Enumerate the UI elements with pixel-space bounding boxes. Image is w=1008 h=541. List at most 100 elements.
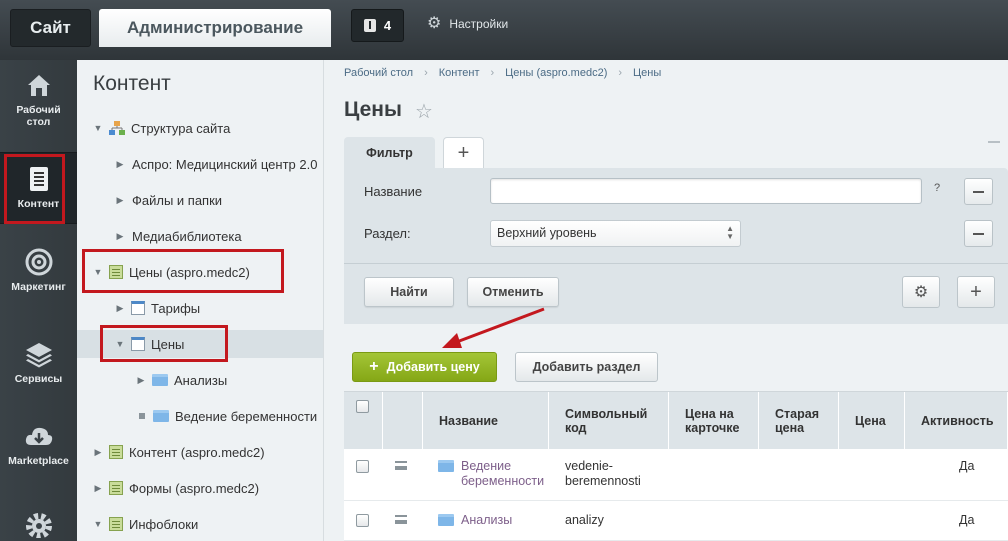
add-section-button[interactable]: Добавить раздел: [515, 352, 658, 382]
column-price[interactable]: Цена: [839, 392, 905, 450]
row-name-line: беременности: [461, 474, 545, 488]
filter-section-select[interactable]: Верхний уровень ▲ ▼: [490, 220, 741, 247]
folder-icon: [153, 410, 169, 422]
tree-item-label: Ведение беременности: [175, 408, 318, 424]
nav-services[interactable]: Сервисы: [0, 339, 77, 385]
site-tab[interactable]: Сайт: [10, 9, 91, 47]
expand-arrow-icon[interactable]: ▶: [114, 303, 126, 314]
remove-name-filter-button[interactable]: [964, 178, 993, 205]
column-label-line: Старая: [775, 407, 819, 421]
expand-arrow-icon[interactable]: ▼: [92, 123, 104, 133]
filter-divider: [344, 263, 1008, 264]
nav-marketplace[interactable]: Marketplace: [0, 421, 77, 467]
tree-item-infoblocks[interactable]: ▼ Инфоблоки: [77, 511, 323, 537]
layers-icon: [25, 343, 52, 368]
expand-arrow-icon[interactable]: ▶: [92, 483, 104, 494]
row-checkbox[interactable]: [356, 460, 369, 473]
find-button[interactable]: Найти: [364, 277, 454, 307]
filter-section-label: Раздел:: [364, 226, 411, 241]
expand-arrow-icon[interactable]: ▶: [92, 447, 104, 458]
column-label-line: код: [565, 421, 587, 435]
settings-link[interactable]: ⚙ Настройки: [427, 16, 508, 32]
remove-section-filter-button[interactable]: [964, 220, 993, 247]
collapse-filter-icon[interactable]: [988, 141, 1000, 143]
select-all-cell: [344, 392, 383, 450]
column-label: Активность: [921, 414, 994, 428]
row-code: vedenie-beremennosti: [565, 459, 641, 489]
row-name-line: Ведение: [461, 459, 512, 473]
tree-item-tariffs[interactable]: ▶ Тарифы: [77, 295, 323, 321]
tree-item-label: Формы (aspro.medc2): [129, 480, 260, 496]
breadcrumb-item[interactable]: Цены: [633, 67, 661, 79]
cancel-button[interactable]: Отменить: [467, 277, 559, 307]
tree-item-aspro-site[interactable]: ▶ Аспро: Медицинский центр 2.0: [77, 151, 323, 177]
tree-item-pregnancy[interactable]: Ведение беременности: [77, 403, 323, 429]
tree-item-label: Аспро: Медицинский центр 2.0: [132, 156, 318, 172]
filter-name-input[interactable]: [490, 178, 922, 204]
nav-marketing[interactable]: Маркетинг: [0, 247, 77, 293]
page-title: Цены: [344, 98, 402, 121]
content-tree-panel: Контент ▼ Структура сайта ▶ Аспро: Медиц…: [77, 60, 324, 541]
row-code-line: vedenie-: [565, 459, 613, 473]
column-name[interactable]: Название: [423, 392, 549, 450]
tree-item-analyses[interactable]: ▶ Анализы: [77, 367, 323, 393]
expand-arrow-icon[interactable]: ▼: [92, 267, 104, 277]
breadcrumb-item[interactable]: Рабочий стол: [344, 67, 413, 79]
column-label: Символьный код: [565, 407, 647, 435]
tree-item-media[interactable]: ▶ Медиабиблиотека: [77, 223, 323, 249]
nav-content[interactable]: Контент: [0, 152, 77, 224]
tree-item-prices-iblock-type[interactable]: ▼ Цены (aspro.medc2): [77, 259, 323, 285]
row-code-line: beremennosti: [565, 474, 641, 488]
nav-settings[interactable]: [0, 508, 77, 541]
breadcrumb-item[interactable]: Цены (aspro.medc2): [505, 67, 607, 79]
breadcrumb-item[interactable]: Контент: [439, 67, 480, 79]
iblock-type-icon: [109, 445, 123, 459]
plus-icon: +: [369, 358, 379, 375]
tree-item-forms-iblock-type[interactable]: ▶ Формы (aspro.medc2): [77, 475, 323, 501]
structure-icon: [109, 120, 125, 135]
nav-desktop[interactable]: Рабочий стол: [0, 70, 77, 128]
column-old-price[interactable]: Старая цена: [759, 392, 839, 450]
tree-item-content-iblock-type[interactable]: ▶ Контент (aspro.medc2): [77, 439, 323, 465]
expand-arrow-icon[interactable]: ▶: [114, 231, 126, 242]
column-label: Цена на карточке: [685, 407, 739, 435]
tree-item-site-structure[interactable]: ▼ Структура сайта: [77, 115, 323, 141]
add-price-button[interactable]: + Добавить цену: [352, 352, 497, 382]
row-name-link[interactable]: Анализы: [461, 513, 512, 528]
tree-item-prices[interactable]: ▼ Цены: [77, 330, 323, 358]
column-active[interactable]: Активность: [905, 392, 1008, 450]
column-label-line: цена: [775, 421, 805, 435]
tree-item-label: Анализы: [174, 372, 228, 388]
notifications-button[interactable]: 4: [351, 9, 404, 42]
iblock-type-icon: [109, 265, 123, 279]
expand-arrow-icon[interactable]: ▼: [114, 339, 126, 349]
column-card-price[interactable]: Цена на карточке: [669, 392, 759, 450]
filter-settings-button[interactable]: ⚙: [902, 276, 940, 308]
column-code[interactable]: Символьный код: [549, 392, 669, 450]
expand-arrow-icon[interactable]: ▼: [92, 519, 104, 529]
nav-desktop-label-1: Рабочий: [16, 104, 61, 116]
home-icon: [27, 75, 50, 96]
filter-section-value: Верхний уровень: [497, 226, 597, 240]
table-row[interactable]: Анализы analizy Да: [344, 501, 1008, 541]
left-nav: Рабочий стол Контент Маркетинг Сервисы M…: [0, 60, 77, 541]
add-filter-field-button[interactable]: +: [957, 276, 995, 308]
help-icon[interactable]: ?: [934, 182, 940, 194]
add-filter-tab-button[interactable]: +: [443, 137, 484, 169]
row-name-link[interactable]: Ведение беременности: [461, 459, 544, 489]
iblock-icon: [131, 337, 145, 351]
row-checkbox[interactable]: [356, 514, 369, 527]
filter-tab[interactable]: Фильтр: [344, 137, 435, 169]
drag-handle-icon[interactable]: [395, 515, 407, 524]
admin-tab[interactable]: Администрирование: [99, 9, 331, 47]
filter-name-label: Название: [364, 184, 423, 199]
drag-handle-icon[interactable]: [395, 461, 407, 470]
expand-arrow-icon[interactable]: ▶: [114, 159, 126, 170]
table-header: Название Символьный код Цена на карточке С…: [344, 391, 1008, 450]
expand-arrow-icon[interactable]: ▶: [114, 195, 126, 206]
table-row[interactable]: Ведение беременности vedenie-beremennosti…: [344, 449, 1008, 501]
tree-item-files[interactable]: ▶ Файлы и папки: [77, 187, 323, 213]
select-all-checkbox[interactable]: [356, 400, 369, 413]
expand-arrow-icon[interactable]: ▶: [135, 375, 147, 386]
favorite-star-icon[interactable]: ☆: [415, 99, 433, 124]
